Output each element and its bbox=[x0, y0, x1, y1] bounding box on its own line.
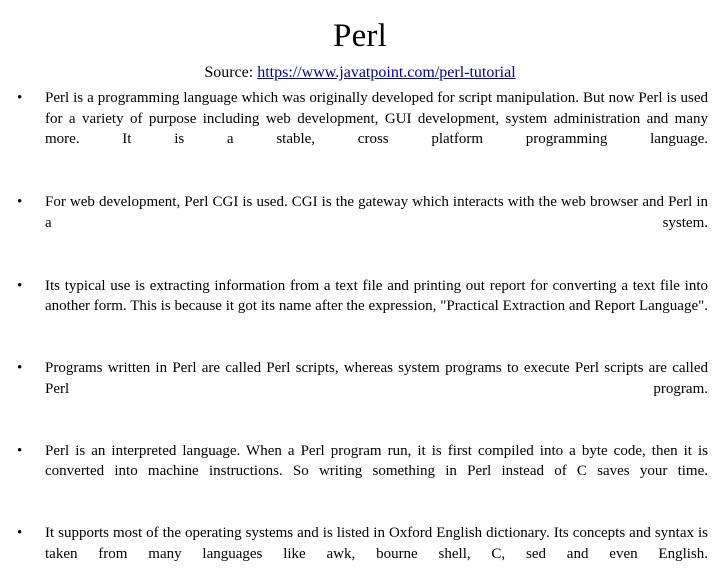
bullet-scripts-vs-programs: Programs written in Perl are called Perl… bbox=[45, 360, 708, 397]
list-item: • Its typical use is extracting informat… bbox=[12, 276, 708, 338]
bullet-point-icon: • bbox=[17, 525, 23, 541]
bullet-interpreted: Perl is an interpreted language. When a … bbox=[45, 442, 708, 480]
bullet-point-icon: • bbox=[17, 277, 23, 294]
list-item: • Perl is a programming language which w… bbox=[12, 88, 708, 170]
list-item: • It supports most of the operating syst… bbox=[12, 523, 708, 585]
list-item: • For web development, Perl CGI is used.… bbox=[12, 192, 708, 254]
bullet-portability: It supports most of the operating system… bbox=[45, 525, 708, 562]
bullet-typical-use: Its typical use is extracting informatio… bbox=[45, 277, 708, 315]
bullet-point-icon: • bbox=[17, 90, 23, 106]
source-url-link[interactable]: https://www.javatpoint.com/perl-tutorial bbox=[257, 64, 515, 81]
bullet-point-icon: • bbox=[17, 360, 23, 376]
source-line: Source: https://www.javatpoint.com/perl-… bbox=[0, 63, 720, 83]
list-item: • Programs written in Perl are called Pe… bbox=[12, 358, 708, 420]
source-label: Source: bbox=[204, 64, 254, 81]
page-title: Perl bbox=[333, 18, 387, 54]
bullet-list: • Perl is a programming language which w… bbox=[12, 88, 708, 585]
bullet-overview: Perl is a programming language which was… bbox=[45, 90, 708, 147]
slide-canvas: Perl Source: https://www.javatpoint.com/… bbox=[0, 0, 720, 562]
bullet-web-development: For web development, Perl CGI is used. C… bbox=[45, 194, 708, 231]
list-item: • Perl is an interpreted language. When … bbox=[12, 441, 708, 503]
bullet-point-icon: • bbox=[17, 194, 23, 210]
bullet-point-icon: • bbox=[17, 442, 23, 459]
